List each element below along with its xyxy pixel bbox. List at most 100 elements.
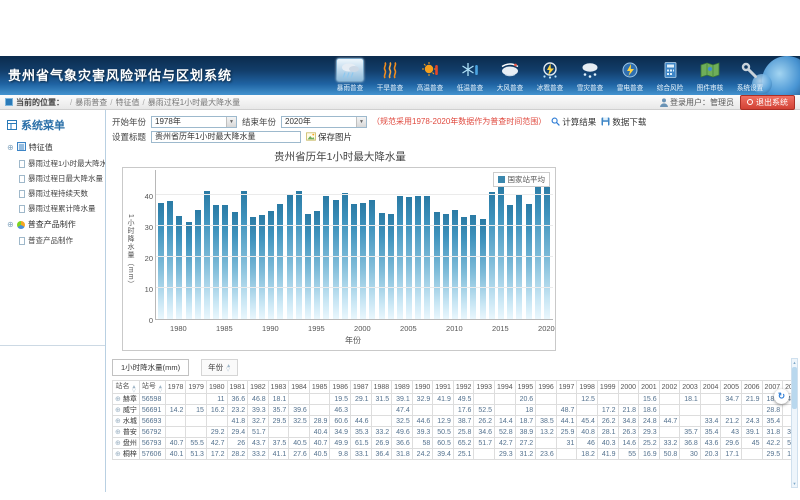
col-header-year-1987[interactable]: 1987 bbox=[350, 381, 371, 394]
nav-item-drought[interactable]: 干旱普查 bbox=[370, 57, 410, 93]
calc-result-button[interactable]: 计算结果 bbox=[551, 116, 596, 128]
logout-button[interactable]: 退出系统 bbox=[740, 95, 795, 110]
col-header-year-1986[interactable]: 1986 bbox=[330, 381, 351, 394]
end-year-select[interactable]: 2020年 ▼ bbox=[281, 116, 367, 128]
row-expander-icon[interactable]: ⊕ bbox=[115, 451, 121, 458]
station-name-cell[interactable]: ⊕威宁 bbox=[113, 405, 140, 416]
col-header-station-id[interactable]: 站号 ▲▽ bbox=[139, 381, 165, 394]
row-expander-icon[interactable]: ⊕ bbox=[115, 429, 121, 436]
col-header-year-1978[interactable]: 1978 bbox=[165, 381, 186, 394]
col-header-year-1984[interactable]: 1984 bbox=[289, 381, 310, 394]
nav-item-map-review[interactable]: 图件审核 bbox=[690, 57, 730, 93]
col-header-year-1995[interactable]: 1995 bbox=[515, 381, 536, 394]
value-cell-盘州-1989: 36.6 bbox=[392, 438, 413, 449]
col-header-year-2002[interactable]: 2002 bbox=[659, 381, 680, 394]
sidebar-item-暴雨过程1小时最大降水量[interactable]: 暴雨过程1小时最大降水量 bbox=[0, 156, 105, 171]
col-header-year-1990[interactable]: 1990 bbox=[412, 381, 433, 394]
row-expander-icon[interactable]: ⊕ bbox=[115, 418, 121, 425]
sidebar-item-暴雨过程持续天数[interactable]: 暴雨过程持续天数 bbox=[0, 186, 105, 201]
col-header-year-1983[interactable]: 1983 bbox=[268, 381, 289, 394]
nav-item-snow[interactable]: 雪灾普查 bbox=[570, 57, 610, 93]
tree-group-2[interactable]: ⊕ 普查产品制作 bbox=[0, 216, 105, 233]
value-cell-盘州-1979: 55.5 bbox=[186, 438, 207, 449]
scrollbar-thumb[interactable] bbox=[792, 367, 797, 409]
value-cell-盘州-1991: 60.5 bbox=[433, 438, 454, 449]
nav-item-risk[interactable]: 综合风险 bbox=[650, 57, 690, 93]
nav-item-settings[interactable]: 系统设置 bbox=[730, 57, 770, 93]
value-cell-盘州-1978: 40.7 bbox=[165, 438, 186, 449]
dimension-box[interactable]: 年份 ▲▽ bbox=[201, 359, 238, 376]
col-header-year-1988[interactable]: 1988 bbox=[371, 381, 392, 394]
row-expander-icon[interactable]: ⊕ bbox=[115, 396, 121, 403]
breadcrumb-item-2[interactable]: 特征值 bbox=[115, 97, 139, 108]
value-cell-威宁-2006 bbox=[741, 405, 762, 416]
chart-legend[interactable]: 国家站平均 bbox=[493, 172, 551, 187]
sidebar-item-暴雨过程日最大降水量[interactable]: 暴雨过程日最大降水量 bbox=[0, 171, 105, 186]
breadcrumb-item-3[interactable]: 暴雨过程1小时最大降水量 bbox=[148, 97, 240, 108]
station-name-cell[interactable]: ⊕水城 bbox=[113, 416, 140, 427]
col-header-year-2000[interactable]: 2000 bbox=[618, 381, 639, 394]
tree-group-1[interactable]: ⊕ 特征值 bbox=[0, 139, 105, 156]
x-tick-1980: 1980 bbox=[170, 324, 187, 333]
col-header-year-2001[interactable]: 2001 bbox=[639, 381, 660, 394]
col-header-year-1979[interactable]: 1979 bbox=[186, 381, 207, 394]
station-name-cell[interactable]: ⊕赫章 bbox=[113, 394, 140, 405]
chart-title-input[interactable] bbox=[151, 131, 301, 143]
col-header-year-2003[interactable]: 2003 bbox=[680, 381, 701, 394]
row-expander-icon[interactable]: ⊕ bbox=[115, 407, 121, 414]
save-image-button[interactable]: 保存图片 bbox=[306, 131, 352, 143]
value-cell-水城-1986: 60.6 bbox=[330, 416, 351, 427]
value-cell-水城-1993: 26.2 bbox=[474, 416, 495, 427]
col-header-year-1997[interactable]: 1997 bbox=[556, 381, 577, 394]
tree-group-label: 普查产品制作 bbox=[28, 219, 76, 230]
col-header-year-1980[interactable]: 1980 bbox=[206, 381, 227, 394]
tree-expander-icon[interactable]: ⊕ bbox=[7, 221, 14, 229]
col-header-year-1991[interactable]: 1991 bbox=[433, 381, 454, 394]
vertical-scrollbar[interactable]: ▲ ▼ bbox=[791, 358, 798, 488]
rainstorm-icon bbox=[336, 58, 364, 82]
sort-arrows-icon[interactable]: ▲▽ bbox=[158, 385, 163, 393]
col-header-year-1985[interactable]: 1985 bbox=[309, 381, 330, 394]
scroll-up-icon[interactable]: ▲ bbox=[792, 360, 797, 365]
col-header-year-1996[interactable]: 1996 bbox=[536, 381, 557, 394]
value-cell-盘州-1999: 40.3 bbox=[597, 438, 618, 449]
value-cell-普安-1990: 39.3 bbox=[412, 427, 433, 438]
col-header-year-2006[interactable]: 2006 bbox=[741, 381, 762, 394]
refresh-widget[interactable]: ↻ bbox=[774, 389, 789, 404]
col-header-year-1993[interactable]: 1993 bbox=[474, 381, 495, 394]
measure-box[interactable]: 1小时降水量(mm) bbox=[112, 359, 189, 376]
col-header-year-1981[interactable]: 1981 bbox=[227, 381, 248, 394]
col-header-year-1982[interactable]: 1982 bbox=[248, 381, 269, 394]
col-header-year-2005[interactable]: 2005 bbox=[721, 381, 742, 394]
row-expander-icon[interactable]: ⊕ bbox=[115, 440, 121, 447]
nav-item-rainstorm[interactable]: 暴雨普查 bbox=[330, 57, 370, 93]
col-header-year-2004[interactable]: 2004 bbox=[700, 381, 721, 394]
col-header-year-1998[interactable]: 1998 bbox=[577, 381, 598, 394]
col-header-year-1992[interactable]: 1992 bbox=[453, 381, 474, 394]
sidebar-item-暴雨过程累计降水量[interactable]: 暴雨过程累计降水量 bbox=[0, 201, 105, 216]
breadcrumb-item-1[interactable]: 暴雨普查 bbox=[75, 97, 107, 108]
nav-item-hail[interactable]: 冰雹普查 bbox=[530, 57, 570, 93]
station-name-cell[interactable]: ⊕桐梓 bbox=[113, 449, 140, 460]
nav-item-low-temp[interactable]: 低温普查 bbox=[450, 57, 490, 93]
col-header-year-1994[interactable]: 1994 bbox=[495, 381, 516, 394]
tree-group-label: 特征值 bbox=[29, 142, 53, 153]
tree-expander-icon[interactable]: ⊕ bbox=[7, 144, 14, 152]
end-year-label: 结束年份 bbox=[242, 116, 276, 128]
sort-arrows-icon[interactable]: ▲▽ bbox=[131, 385, 136, 393]
nav-item-wind[interactable]: 大风普查 bbox=[490, 57, 530, 93]
nav-item-high-temp[interactable]: 高温普查 bbox=[410, 57, 450, 93]
value-cell-桐梓-1995: 31.2 bbox=[515, 449, 536, 460]
col-header-year-1989[interactable]: 1989 bbox=[392, 381, 413, 394]
scroll-down-icon[interactable]: ▼ bbox=[792, 481, 797, 486]
start-year-select[interactable]: 1978年 ▼ bbox=[151, 116, 237, 128]
sidebar-item-普查产品制作[interactable]: 普查产品制作 bbox=[0, 233, 105, 248]
data-download-button[interactable]: 数据下载 bbox=[601, 116, 646, 128]
station-name-cell[interactable]: ⊕盘州 bbox=[113, 438, 140, 449]
nav-item-lightning[interactable]: 雷电普查 bbox=[610, 57, 650, 93]
station-name-cell[interactable]: ⊕普安 bbox=[113, 427, 140, 438]
chevron-down-icon: ▼ bbox=[226, 117, 236, 127]
col-header-year-1999[interactable]: 1999 bbox=[597, 381, 618, 394]
value-cell-水城-1988 bbox=[371, 416, 392, 427]
col-header-station[interactable]: 站名 ▲▽ bbox=[113, 381, 140, 394]
